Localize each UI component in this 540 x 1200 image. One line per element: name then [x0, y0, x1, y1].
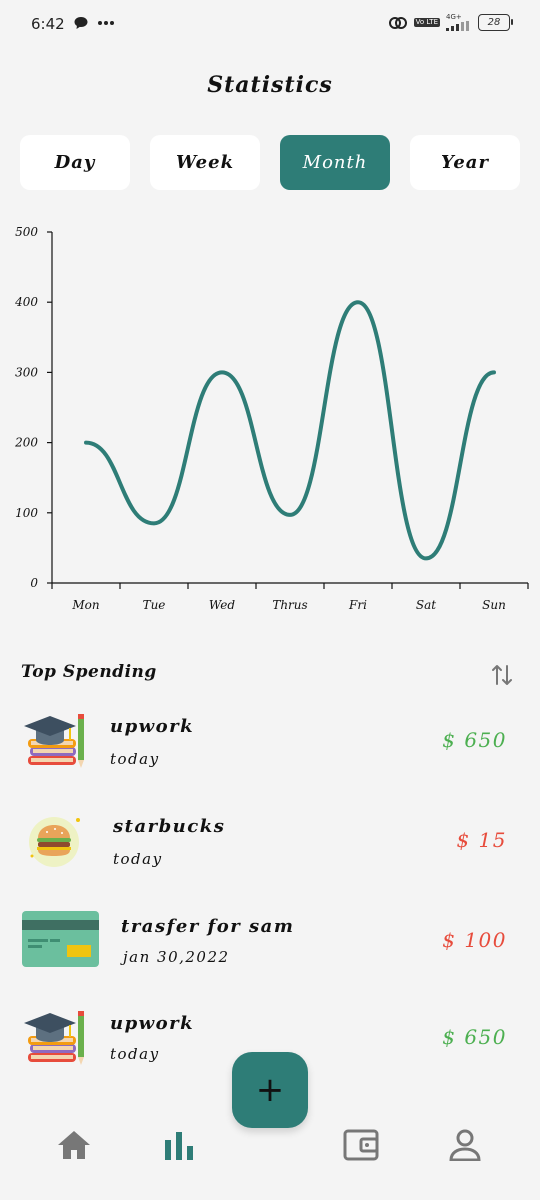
x-tick-label: Mon — [71, 598, 99, 612]
x-tick-label: Fri — [348, 598, 367, 612]
tab-year[interactable]: Year — [410, 135, 520, 190]
x-tick-label: Sun — [482, 598, 506, 612]
transaction-amount: $ 650 — [442, 728, 507, 752]
y-tick-label: 0 — [30, 576, 38, 590]
transaction-amount: $ 650 — [442, 1025, 507, 1049]
transaction-name: upwork — [110, 716, 195, 737]
status-bar: 6:42 Vo LTE 4G+ 28 — [0, 0, 540, 52]
tab-month[interactable]: Month — [280, 135, 390, 190]
graduation-books-icon — [22, 712, 86, 774]
statistics-chart: 0 100 200 300 400 500 Mon Tue Wed Thrus Fri Sat Sun — [0, 215, 540, 625]
transaction-row[interactable]: starbucks today $ 15 — [0, 810, 540, 890]
transaction-date: today — [110, 750, 160, 768]
x-tick-label: Tue — [143, 598, 166, 612]
transaction-date: jan 30,2022 — [123, 948, 230, 966]
y-tick-label: 100 — [15, 506, 38, 520]
chat-bubble-icon — [74, 17, 88, 29]
line-chart: 0 100 200 300 400 500 Mon Tue Wed Thrus Fri Sat Sun — [14, 225, 529, 612]
transaction-date: today — [110, 1045, 160, 1063]
tab-week[interactable]: Week — [150, 135, 260, 190]
period-tabs: Day Week Month Year — [20, 135, 520, 190]
hotspot-link-icon — [388, 16, 407, 29]
x-tick-label: Sat — [416, 598, 436, 612]
tab-day[interactable]: Day — [20, 135, 130, 190]
transaction-row[interactable]: trasfer for sam jan 30,2022 $ 100 — [0, 910, 540, 990]
transaction-amount: $ 100 — [442, 928, 507, 952]
y-tick-label: 300 — [15, 365, 38, 379]
network-indicator: 4G+ — [446, 14, 472, 31]
credit-card-icon — [22, 911, 100, 971]
nav-profile[interactable] — [447, 1128, 483, 1162]
x-tick-label: Wed — [209, 598, 235, 612]
more-dots-icon — [98, 21, 114, 25]
transaction-date: today — [113, 850, 163, 868]
transaction-row[interactable]: upwork today $ 650 — [0, 710, 540, 790]
burger-icon — [26, 812, 86, 874]
nav-home[interactable] — [56, 1128, 92, 1162]
signal-bars-icon — [446, 21, 469, 31]
transaction-name: upwork — [110, 1013, 195, 1034]
status-system-icons: Vo LTE 4G+ 28 — [388, 14, 513, 31]
nav-statistics[interactable] — [161, 1128, 197, 1162]
graduation-books-icon — [22, 1009, 86, 1071]
page-title: Statistics — [207, 72, 333, 98]
bar-chart-icon — [165, 1132, 193, 1160]
home-icon — [58, 1131, 90, 1159]
battery-icon: 28 — [478, 14, 513, 31]
profile-icon — [449, 1129, 481, 1161]
nav-wallet[interactable] — [343, 1128, 379, 1162]
network-type: 4G+ — [446, 13, 462, 21]
y-tick-label: 400 — [14, 295, 38, 309]
status-time: 6:42 — [31, 15, 65, 33]
top-spending-title: Top Spending — [21, 662, 157, 682]
wallet-icon — [343, 1129, 379, 1161]
volte-badge: Vo LTE — [413, 18, 440, 27]
transaction-name: starbucks — [113, 816, 226, 837]
y-tick-label: 500 — [15, 225, 38, 239]
status-notification-icons — [73, 15, 115, 31]
x-tick-label: Thrus — [272, 598, 307, 612]
transaction-name: trasfer for sam — [121, 916, 295, 937]
y-tick-label: 200 — [14, 436, 38, 450]
transaction-amount: $ 15 — [456, 828, 507, 852]
sort-arrows-icon[interactable] — [490, 662, 514, 688]
series-line — [84, 300, 496, 561]
add-transaction-button[interactable]: + — [232, 1052, 308, 1128]
